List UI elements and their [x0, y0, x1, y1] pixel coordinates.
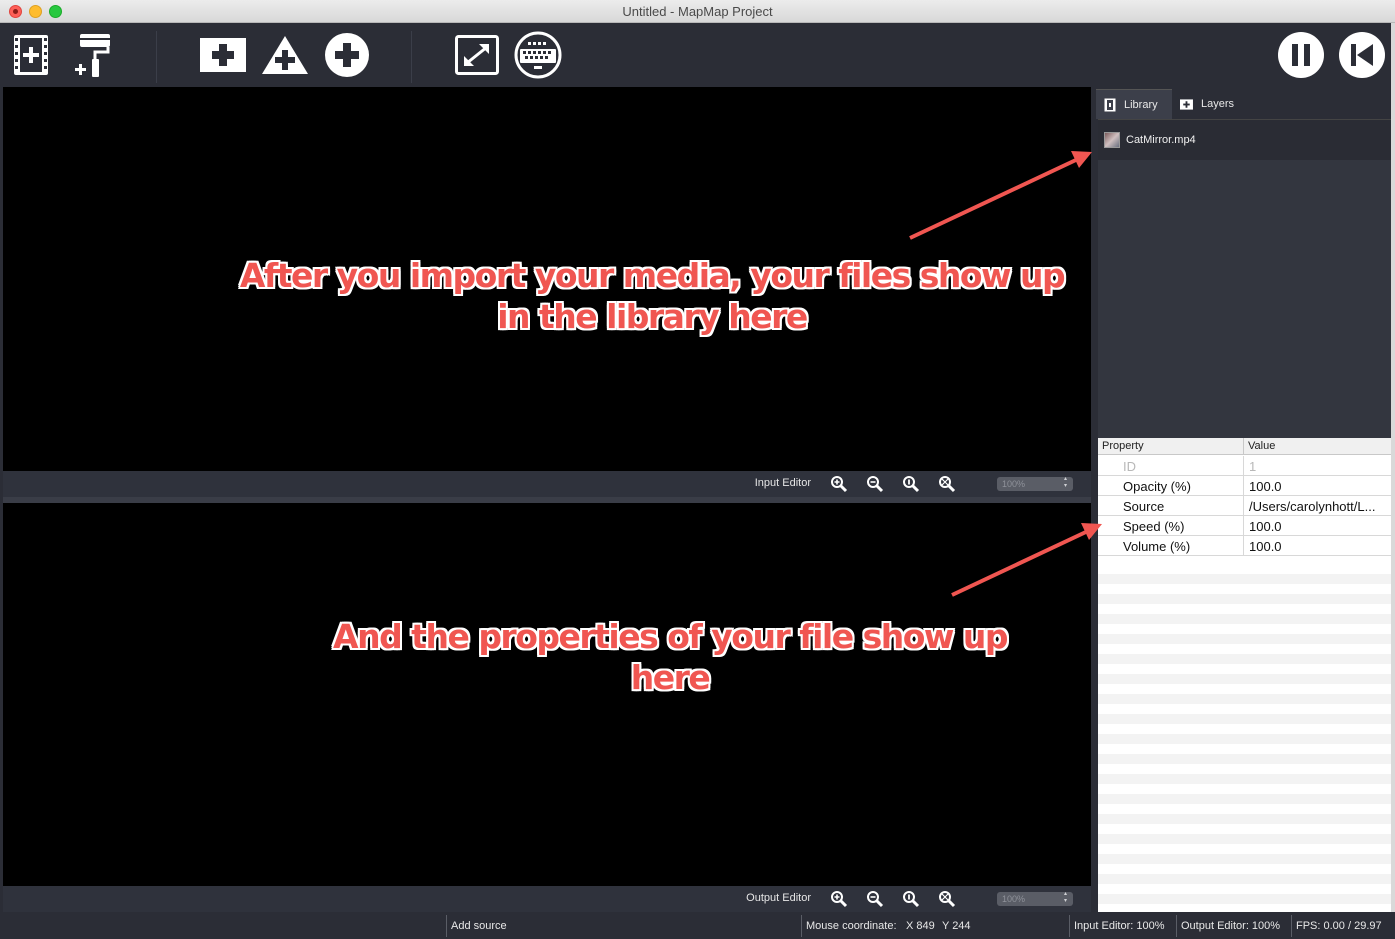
film-plus-icon [14, 35, 48, 75]
plus-square-icon [1180, 98, 1193, 110]
input-editor-bar: Input Editor 100% [3, 471, 1091, 497]
side-panel: Library Layers CatMirror.mp4 Property Va… [1096, 87, 1391, 912]
import-media-button[interactable] [7, 31, 55, 79]
input-editor-label: Input Editor [754, 477, 811, 489]
expand-arrows-icon [455, 35, 499, 75]
property-column-header: Property [1102, 440, 1144, 452]
property-row-source[interactable]: Source /Users/carolynhott/L... [1098, 496, 1391, 516]
square-plus-icon [200, 38, 246, 72]
zoom-in-icon[interactable] [830, 890, 848, 908]
tab-library[interactable]: Library [1096, 89, 1172, 119]
property-value[interactable]: 100.0 [1249, 519, 1387, 534]
properties-table: Property Value ID 1 Opacity (%) 100.0 So… [1098, 438, 1391, 912]
status-mouse-y: Y 244 [942, 920, 971, 932]
mapmap-window: Untitled - MapMap Project Input Editor 1… [0, 0, 1395, 939]
property-value: 1 [1249, 459, 1257, 474]
zoom-fit-icon[interactable] [938, 475, 956, 493]
property-key: Speed (%) [1123, 519, 1185, 534]
circle-plus-icon [325, 33, 369, 77]
status-action: Add source [451, 920, 507, 932]
property-key: Volume (%) [1123, 539, 1191, 554]
property-row-volume[interactable]: Volume (%) 100.0 [1098, 536, 1391, 556]
panel-tabs: Library Layers [1096, 89, 1391, 119]
console-button[interactable] [514, 31, 562, 79]
fullscreen-button[interactable] [453, 31, 501, 79]
property-value[interactable]: /Users/carolynhott/L... [1249, 499, 1387, 514]
properties-header: Property Value [1098, 438, 1391, 455]
properties-annotation: And the properties of your file show up … [333, 617, 1008, 697]
property-key: ID [1123, 459, 1136, 474]
property-row-opacity[interactable]: Opacity (%) 100.0 [1098, 476, 1391, 496]
property-key: Source [1123, 499, 1165, 514]
property-row-id: ID 1 [1098, 456, 1391, 476]
zoom-fit-icon[interactable] [938, 890, 956, 908]
tab-layers[interactable]: Layers [1172, 89, 1242, 119]
status-output-zoom: Output Editor: 100% [1181, 920, 1281, 932]
zoom-reset-icon[interactable] [902, 890, 920, 908]
property-key: Opacity (%) [1123, 479, 1191, 494]
output-zoom-select[interactable]: 100% [997, 891, 1073, 906]
zoom-in-icon[interactable] [830, 475, 848, 493]
property-value[interactable]: 100.0 [1249, 479, 1387, 494]
status-input-zoom: Input Editor: 100% [1074, 920, 1165, 932]
add-triangle-button[interactable] [261, 31, 309, 79]
library-item-label: CatMirror.mp4 [1126, 134, 1196, 146]
add-ellipse-button[interactable] [323, 31, 371, 79]
zoom-out-icon[interactable] [866, 475, 884, 493]
title-bar: Untitled - MapMap Project [0, 0, 1395, 23]
pause-button[interactable] [1277, 31, 1325, 79]
library-item[interactable]: CatMirror.mp4 [1098, 120, 1391, 160]
window-title: Untitled - MapMap Project [622, 4, 773, 19]
output-editor-label: Output Editor [746, 892, 811, 904]
add-quad-button[interactable] [199, 31, 247, 79]
skip-back-icon [1339, 32, 1385, 78]
zoom-reset-icon[interactable] [902, 475, 920, 493]
pause-icon [1278, 32, 1324, 78]
output-editor-bar: Output Editor 100% [3, 886, 1091, 912]
value-column-header: Value [1248, 440, 1276, 452]
video-thumbnail-icon [1104, 132, 1120, 148]
add-color-button[interactable] [68, 31, 116, 79]
status-mouse-x: X 849 [906, 920, 935, 932]
library-annotation: After you import your media, your files … [239, 256, 1066, 336]
toolbar [0, 23, 1395, 87]
rewind-button[interactable] [1338, 31, 1386, 79]
status-bar: Add source Mouse coordinate: X 849 Y 244… [0, 912, 1395, 939]
status-mouse-label: Mouse coordinate: [806, 920, 897, 932]
keyboard-circle-icon [514, 31, 562, 79]
property-row-speed[interactable]: Speed (%) 100.0 [1098, 516, 1391, 536]
paint-roller-plus-icon [75, 34, 110, 77]
property-value[interactable]: 100.0 [1249, 539, 1387, 554]
zoom-out-icon[interactable] [866, 890, 884, 908]
tab-library-label: Library [1124, 98, 1158, 111]
film-icon [1104, 98, 1116, 111]
window-edge [1391, 23, 1395, 912]
tab-layers-label: Layers [1200, 98, 1234, 110]
input-zoom-select[interactable]: 100% [997, 476, 1073, 491]
status-fps: FPS: 0.00 / 29.97 [1296, 920, 1382, 932]
triangle-plus-icon [262, 36, 308, 74]
